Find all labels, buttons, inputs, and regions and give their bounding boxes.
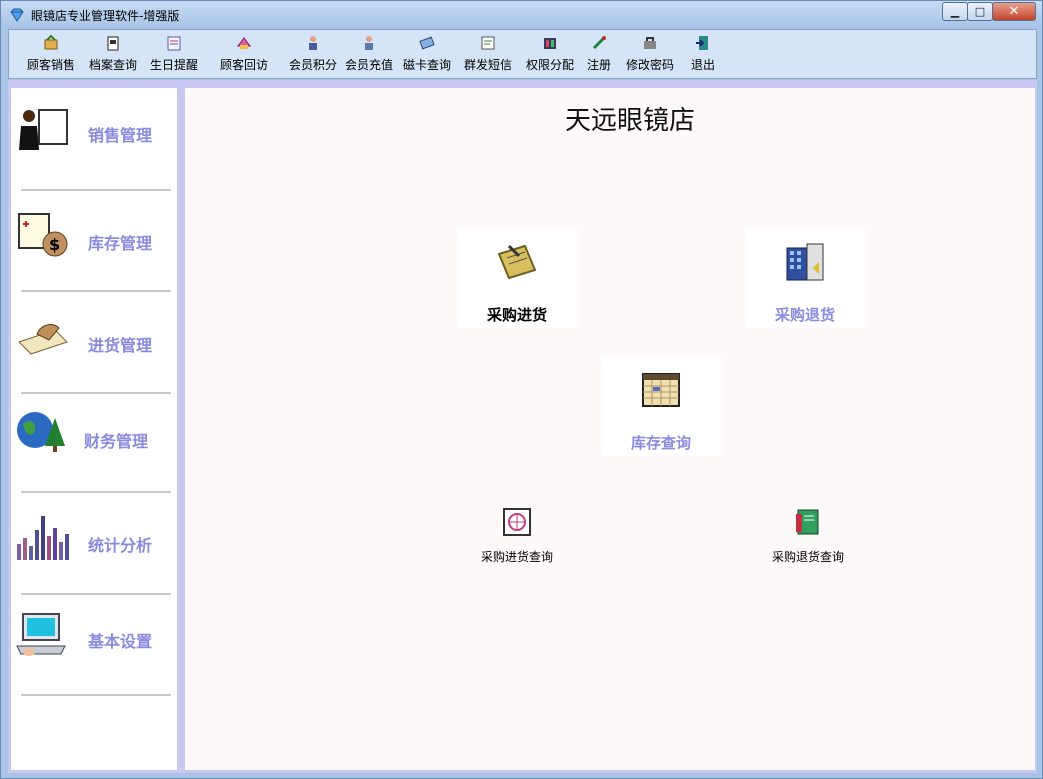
toolbar-label: 档案查询 [88, 58, 137, 72]
archive-icon [107, 36, 119, 51]
sidebar-divider [21, 491, 171, 493]
svg-text:$: $ [49, 235, 60, 254]
toolbar: 顾客销售 档案查询 生日提醒 顾客回访 会员积分 会员充值 磁卡查询 群发短信 … [8, 29, 1037, 79]
birthday-icon [167, 36, 181, 51]
app-window: 眼镜店专业管理软件-增强版 ▁ □ ✕ 顾客销售 档案查询 生日提醒 顾客回访 … [0, 0, 1043, 779]
sales-icon [44, 34, 58, 50]
minimize-button[interactable]: ▁ [942, 2, 968, 21]
purchase-return-icon [786, 243, 824, 281]
tile-label: 采购退货 [774, 306, 835, 324]
toolbar-label: 群发短信 [463, 58, 512, 72]
sidebar-item-label: 销售管理 [88, 126, 153, 145]
toolbar-label: 会员充值 [344, 58, 393, 72]
toolbar-label: 顾客回访 [219, 58, 268, 72]
tile-label: 库存查询 [630, 434, 691, 452]
link-purchase-query[interactable]: 采购进货查询 [457, 506, 577, 565]
sms-icon [481, 36, 495, 50]
sidebar-item-label: 统计分析 [88, 536, 153, 555]
toolbar-button-points[interactable]: 会员积分 [285, 30, 341, 78]
maximize-button[interactable]: □ [967, 2, 993, 21]
return-query-icon [796, 509, 819, 535]
tile-label: 采购进货 [486, 306, 547, 324]
tile-purchase[interactable]: 采购进货 [457, 228, 577, 328]
globe-icon [17, 412, 65, 452]
toolbar-label: 磁卡查询 [402, 58, 451, 72]
writing-hand-icon [18, 324, 68, 355]
sidebar-item-label: 进货管理 [88, 336, 153, 355]
inventory-icon: $ [18, 213, 68, 257]
sidebar-item-inventory[interactable]: $ 库存管理 [11, 208, 177, 308]
toolbar-label: 权限分配 [525, 58, 574, 72]
toolbar-label: 顾客销售 [26, 58, 75, 72]
presenter-icon [19, 109, 68, 150]
title-bar: 眼镜店专业管理软件-增强版 ▁ □ ✕ [1, 1, 1042, 28]
toolbar-button-sms[interactable]: 群发短信 [457, 30, 519, 78]
close-button[interactable]: ✕ [992, 2, 1036, 21]
toolbar-button-archive[interactable]: 档案查询 [81, 30, 145, 78]
content-area: 销售管理 $ 库存管理 进货管理 财务管理 统计分析 基本设置 天远眼镜店 采购… [8, 80, 1037, 773]
sidebar-item-sales[interactable]: 销售管理 [11, 102, 177, 202]
card-icon [419, 36, 435, 50]
toolbar-button-password[interactable]: 修改密码 [617, 30, 683, 78]
link-label: 采购进货查询 [480, 550, 553, 564]
main-panel: 天远眼镜店 采购进货 采购退货 库存查询 采购进货查询 采购退货查询 [185, 88, 1035, 770]
sidebar: 销售管理 $ 库存管理 进货管理 财务管理 统计分析 基本设置 [11, 88, 177, 770]
sidebar-item-finance[interactable]: 财务管理 [11, 408, 177, 508]
sidebar-item-label: 库存管理 [88, 234, 153, 253]
sidebar-divider [21, 189, 171, 191]
visit-icon [237, 37, 251, 49]
sidebar-item-label: 基本设置 [88, 632, 153, 651]
page-title: 天远眼镜店 [565, 106, 696, 136]
calendar-icon [642, 373, 680, 407]
tile-purchase-return[interactable]: 采购退货 [745, 228, 865, 328]
sidebar-item-label: 财务管理 [84, 432, 149, 451]
sidebar-item-purchasing[interactable]: 进货管理 [11, 310, 177, 410]
toolbar-label: 修改密码 [625, 58, 674, 72]
sidebar-divider [21, 593, 171, 595]
toolbar-button-card[interactable]: 磁卡查询 [397, 30, 457, 78]
toolbar-button-birthday[interactable]: 生日提醒 [145, 30, 203, 78]
password-icon [644, 37, 656, 49]
points-icon [309, 36, 317, 50]
toolbar-button-register[interactable]: 注册 [581, 30, 617, 78]
recharge-icon [365, 36, 373, 50]
toolbar-button-exit[interactable]: 退出 [683, 30, 723, 78]
toolbar-button-sales[interactable]: 顾客销售 [21, 30, 81, 78]
toolbar-label: 退出 [690, 58, 715, 72]
sidebar-divider [21, 392, 171, 394]
link-return-query[interactable]: 采购退货查询 [748, 506, 868, 565]
laptop-icon [16, 613, 66, 656]
toolbar-button-permission[interactable]: 权限分配 [519, 30, 581, 78]
toolbar-button-recharge[interactable]: 会员充值 [341, 30, 397, 78]
window-controls: ▁ □ ✕ [942, 2, 1036, 22]
register-icon [592, 36, 606, 50]
sidebar-divider [21, 290, 171, 292]
toolbar-label: 会员积分 [288, 58, 337, 72]
tile-inventory-query[interactable]: 库存查询 [601, 356, 721, 456]
sidebar-divider [21, 694, 171, 696]
link-label: 采购退货查询 [771, 550, 844, 564]
exit-icon [696, 36, 708, 50]
toolbar-button-visit[interactable]: 顾客回访 [203, 30, 285, 78]
permission-icon [544, 38, 556, 49]
sidebar-item-settings[interactable]: 基本设置 [11, 608, 177, 708]
toolbar-label: 生日提醒 [149, 58, 198, 72]
diamond-icon [10, 8, 24, 22]
purchase-icon [497, 244, 537, 280]
purchase-query-icon [503, 508, 531, 536]
window-title: 眼镜店专业管理软件-增强版 [31, 9, 180, 23]
toolbar-label: 注册 [586, 58, 611, 72]
bar-chart-icon [17, 516, 69, 560]
